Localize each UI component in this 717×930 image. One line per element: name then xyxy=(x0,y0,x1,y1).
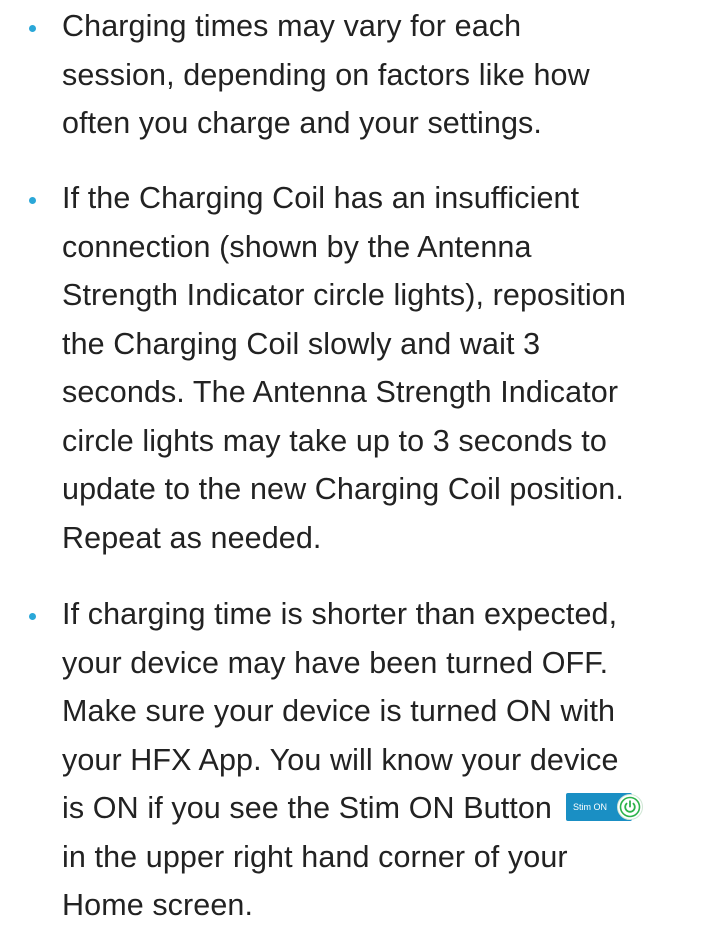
text-line: connection (shown by the Antenna xyxy=(62,229,532,264)
text-line: Strength Indicator circle lights), repos… xyxy=(62,278,626,312)
stim-on-button: Stim ON xyxy=(566,792,643,821)
text-line: in the upper right hand corner of your xyxy=(62,839,568,874)
stim-on-label: Stim ON xyxy=(573,801,608,812)
text-line: often you charge and your settings. xyxy=(62,106,542,140)
bullet-icon xyxy=(29,25,36,32)
power-icon xyxy=(617,793,643,820)
text-line: update to the new Charging Coil position… xyxy=(62,472,624,506)
bullet-icon xyxy=(29,197,36,204)
text-line: Repeat as needed. xyxy=(62,520,322,555)
text-line: Home screen. xyxy=(62,888,254,922)
bullet-icon xyxy=(29,613,36,620)
text-line: is ON if you see the Stim ON Button xyxy=(62,791,552,825)
text-line: your device may have been turned OFF. xyxy=(62,645,609,680)
text-line-with-button: is ON if you see the Stim ON Button Stim … xyxy=(62,784,717,833)
list-item-text: If the Charging Coil has an insufficient… xyxy=(62,174,717,562)
text-line: circle lights may take up to 3 seconds t… xyxy=(62,423,607,458)
list-item-text: If charging time is shorter than expecte… xyxy=(62,590,717,930)
text-line: If the Charging Coil has an insufficient xyxy=(62,181,580,215)
text-line: If charging time is shorter than expecte… xyxy=(62,597,618,631)
text-line: session, depending on factors like how xyxy=(62,57,590,92)
text-line: seconds. The Antenna Strength Indicator xyxy=(62,375,619,409)
text-line: the Charging Coil slowly and wait 3 xyxy=(62,326,541,361)
text-line: Charging times may vary for each xyxy=(62,9,522,43)
list-item-text: Charging times may vary for each session… xyxy=(62,2,717,148)
text-line: your HFX App. You will know your device xyxy=(62,742,619,777)
text-line: Make sure your device is turned ON with xyxy=(62,694,616,728)
